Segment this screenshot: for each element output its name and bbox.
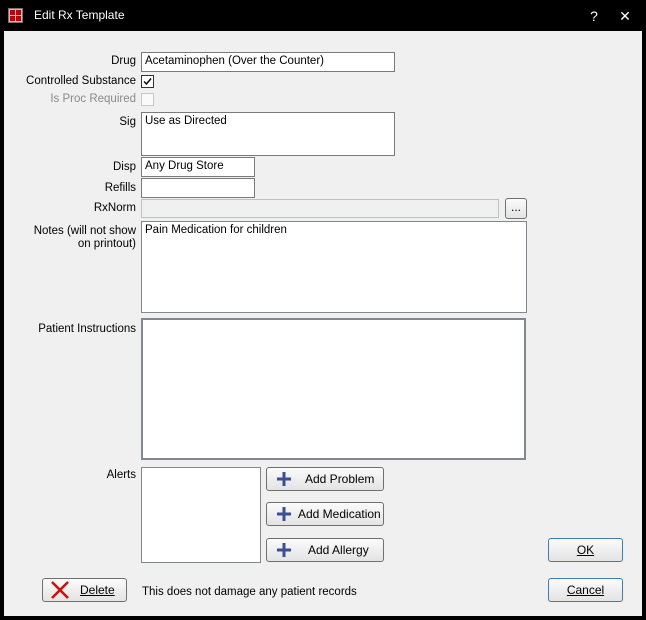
plus-icon: [277, 507, 291, 521]
ok-label: OK: [576, 543, 595, 557]
rxnorm-browse-button[interactable]: ...: [505, 198, 527, 219]
checkmark-icon: [143, 78, 152, 86]
notes-label-line2: on printout): [77, 238, 136, 250]
notes-label: Notes (will not show on printout): [34, 225, 136, 251]
patient-instructions-label: Patient Instructions: [38, 323, 136, 335]
ok-button[interactable]: OK: [548, 538, 623, 562]
delete-label: Delete: [80, 583, 115, 597]
dialog-body: Drug Acetaminophen (Over the Counter) Co…: [4, 31, 642, 616]
cancel-button[interactable]: Cancel: [548, 578, 623, 602]
sig-label: Sig: [119, 116, 136, 128]
cancel-label: Cancel: [566, 583, 605, 597]
disp-field[interactable]: Any Drug Store: [141, 157, 255, 177]
delete-x-icon: [51, 581, 69, 599]
notes-label-line1: Notes (will not show: [33, 225, 136, 237]
refills-field[interactable]: [141, 178, 255, 198]
add-medication-button[interactable]: Add Medication: [266, 502, 384, 526]
add-medication-label: Add Medication: [298, 507, 381, 521]
window-title: Edit Rx Template: [34, 8, 125, 22]
delete-note: This does not damage any patient records: [142, 586, 357, 598]
controlled-substance-checkbox[interactable]: [141, 75, 154, 88]
alerts-list[interactable]: [141, 467, 261, 563]
alerts-label: Alerts: [106, 469, 136, 481]
plus-icon: [277, 543, 291, 557]
disp-label: Disp: [112, 161, 136, 173]
patient-instructions-field[interactable]: [141, 318, 526, 460]
proc-required-label: Is Proc Required: [50, 93, 136, 105]
help-button[interactable]: ?: [583, 5, 605, 27]
proc-required-checkbox[interactable]: [141, 93, 154, 106]
title-bar[interactable]: Edit Rx Template ? ✕: [1, 1, 645, 31]
dialog-window: Edit Rx Template ? ✕ Drug Acetaminophen …: [0, 0, 646, 620]
add-problem-button[interactable]: Add Problem: [266, 467, 384, 491]
sig-field[interactable]: Use as Directed: [141, 112, 395, 156]
drug-field[interactable]: Acetaminophen (Over the Counter): [141, 52, 395, 72]
plus-icon: [277, 472, 291, 486]
rxnorm-label: RxNorm: [93, 202, 136, 214]
rxnorm-field[interactable]: [141, 199, 499, 218]
controlled-substance-label: Controlled Substance: [26, 75, 136, 87]
delete-button[interactable]: Delete: [42, 578, 127, 602]
drug-label: Drug: [111, 55, 136, 67]
refills-label: Refills: [104, 182, 136, 194]
close-button[interactable]: ✕: [614, 5, 636, 27]
notes-field[interactable]: Pain Medication for children: [141, 221, 527, 313]
app-icon: [8, 8, 23, 23]
add-problem-label: Add Problem: [305, 472, 375, 486]
add-allergy-label: Add Allergy: [308, 543, 369, 557]
add-allergy-button[interactable]: Add Allergy: [266, 538, 384, 562]
